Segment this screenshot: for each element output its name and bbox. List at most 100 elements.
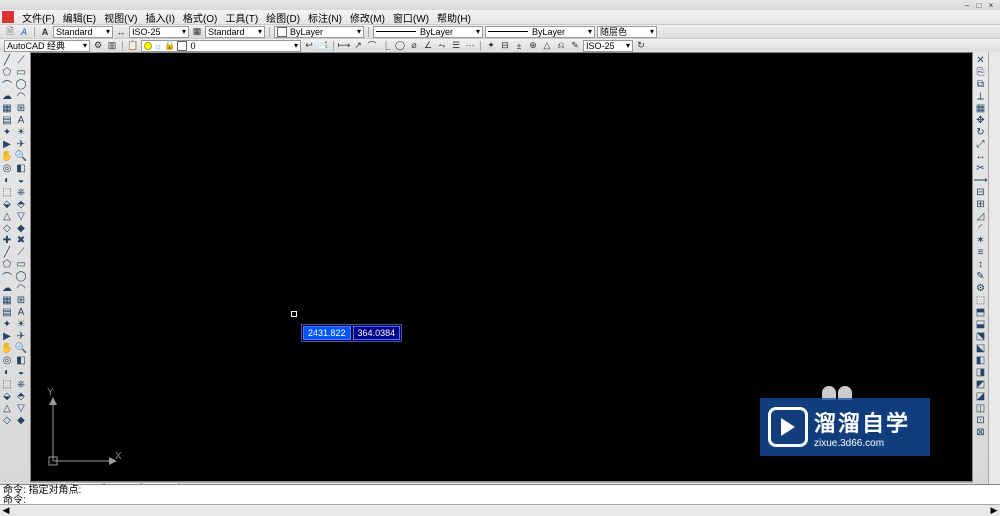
loft-icon[interactable]: ⊞ [14,294,28,306]
edit8-icon[interactable]: ◧ [975,354,987,366]
maximize-button[interactable]: □ [974,1,984,9]
scroll-left-icon[interactable]: ◀ [0,505,12,516]
edit13-icon[interactable]: ⊡ [975,414,987,426]
workspace-combo[interactable]: AutoCAD 经典▾ [4,40,90,52]
point-icon[interactable]: 🔍 [14,150,28,162]
scale-icon[interactable]: ⤢ [975,138,987,150]
section-icon[interactable]: ✋ [0,342,14,354]
dim-ord-icon[interactable]: ⎿ [380,40,392,52]
region-icon[interactable]: ◐ [0,174,14,186]
menu-dim[interactable]: 标注(N) [304,10,346,25]
edit12-icon[interactable]: ◫ [975,402,987,414]
surface-icon[interactable]: ◧ [14,354,28,366]
linetype-combo[interactable]: ByLayer▾ [373,26,483,38]
array-icon[interactable]: ▦ [975,102,987,114]
misc3-icon[interactable]: ⬙ [0,390,14,402]
plotstyle-combo[interactable]: 随层色▾ [597,26,657,38]
dyn-x-field[interactable]: 2431.822 [303,326,351,340]
tablestyle-icon[interactable]: ▦ [191,26,203,38]
revcloud-icon[interactable]: ✦ [0,126,14,138]
dimstyle2-combo[interactable]: ISO-25▾ [583,40,633,52]
subtract-icon[interactable]: ✦ [0,318,14,330]
misc7-icon[interactable]: ◇ [0,414,14,426]
dimstyle-icon[interactable]: ↔ [115,26,127,38]
slice-icon[interactable]: ▶ [0,330,14,342]
menu-draw[interactable]: 绘图(D) [262,10,304,25]
align-icon[interactable]: ≡ [975,246,987,258]
arc-icon[interactable]: ▦ [0,102,14,114]
edit7-icon[interactable]: ⬕ [975,342,987,354]
misc8-icon[interactable]: ◆ [14,414,28,426]
3dorbit-icon[interactable]: ◯ [14,270,28,282]
fly-icon[interactable]: ✖ [14,234,28,246]
circle-icon[interactable]: ▤ [0,114,14,126]
explode-icon[interactable]: ✶ [975,234,987,246]
flatten-icon[interactable]: 🔍 [14,342,28,354]
render-icon[interactable]: ◇ [0,222,14,234]
spline-icon[interactable]: A [14,114,28,126]
sweep-icon[interactable]: ▦ [0,294,14,306]
ellipse-icon[interactable]: ☀ [14,126,28,138]
menu-file[interactable]: 文件(F) [18,10,59,25]
workspace-gear-icon[interactable]: ⚙ [92,40,104,52]
dim-jog-icon[interactable]: ⎌ [555,40,567,52]
dim-space-icon[interactable]: ✦ [485,40,497,52]
lengthen-icon[interactable]: ↕ [975,258,987,270]
break-icon[interactable]: ⊟ [975,186,987,198]
minimize-button[interactable]: – [962,1,972,9]
edit2-icon[interactable]: ⚙ [975,282,987,294]
dynamic-input[interactable]: 2431.822 364.0384 [301,324,402,342]
edit6-icon[interactable]: ⬔ [975,330,987,342]
table-icon[interactable]: ⬚ [0,186,14,198]
ray-icon[interactable]: ▭ [14,66,28,78]
revolve-icon[interactable]: ◠ [14,282,28,294]
layer-combo[interactable]: ☼ 🔓 0▾ [141,40,301,52]
boundary-icon[interactable]: ◒ [14,174,28,186]
edit9-icon[interactable]: ◨ [975,366,987,378]
intersect-icon[interactable]: ☀ [14,318,28,330]
dim-center-icon[interactable]: ⊕ [527,40,539,52]
menu-modify[interactable]: 修改(M) [346,10,389,25]
misc1-icon[interactable]: ⬚ [0,378,14,390]
textstyle-combo[interactable]: Standard▾ [53,26,113,38]
dim-arc-icon[interactable]: ⌒ [366,40,378,52]
presspull-icon[interactable]: ▤ [0,306,14,318]
color-combo[interactable]: ByLayer▾ [274,26,364,38]
drawing-canvas[interactable]: 2431.822 364.0384 Y X 溜溜 [30,52,973,482]
copy-icon[interactable]: ⎘ [975,66,987,78]
stretch-icon[interactable]: ↔ [975,150,987,162]
dim-angular-icon[interactable]: ∠ [422,40,434,52]
dim-tol-icon[interactable]: ± [513,40,525,52]
dim-continue-icon[interactable]: ⋯ [464,40,476,52]
wipeout-icon[interactable]: ⎈ [14,186,28,198]
mirror-icon[interactable]: ⧉ [975,78,987,90]
light-icon[interactable]: ▽ [14,210,28,222]
pan-icon[interactable]: ╱ [0,246,14,258]
style-a-icon[interactable]: A [18,26,30,38]
horizontal-scrollbar[interactable]: ◀ ▶ [0,504,1000,516]
scroll-right-icon[interactable]: ▶ [988,505,1000,516]
union-icon[interactable]: A [14,306,28,318]
ellipse-arc-icon[interactable]: ▶ [0,138,14,150]
misc4-icon[interactable]: ⬘ [14,390,28,402]
edit1-icon[interactable]: ✎ [975,270,987,282]
spiral-icon[interactable]: ◒ [14,366,28,378]
menu-insert[interactable]: 插入(I) [141,10,178,25]
ucs-icon[interactable]: ⌒ [0,270,14,282]
menu-help[interactable]: 帮助(H) [433,10,475,25]
trim-icon[interactable]: ✂ [975,162,987,174]
dyn-y-field[interactable]: 364.0384 [353,326,401,340]
dim-linear-icon[interactable]: ⟼ [338,40,350,52]
tablestyle-combo[interactable]: Standard▾ [205,26,265,38]
polygon-icon[interactable]: ⌒ [0,78,14,90]
extrude-icon[interactable]: ☁ [0,282,14,294]
join-icon[interactable]: ⊞ [975,198,987,210]
extend-icon[interactable]: ⟶ [975,174,987,186]
menu-window[interactable]: 窗口(W) [389,10,433,25]
helix-icon[interactable]: ⬘ [14,198,28,210]
block-icon[interactable]: ✋ [0,150,14,162]
edit5-icon[interactable]: ⬓ [975,318,987,330]
camera-icon[interactable]: ◆ [14,222,28,234]
mesh-icon[interactable]: ◎ [0,354,14,366]
fillet-icon[interactable]: ◜ [975,222,987,234]
